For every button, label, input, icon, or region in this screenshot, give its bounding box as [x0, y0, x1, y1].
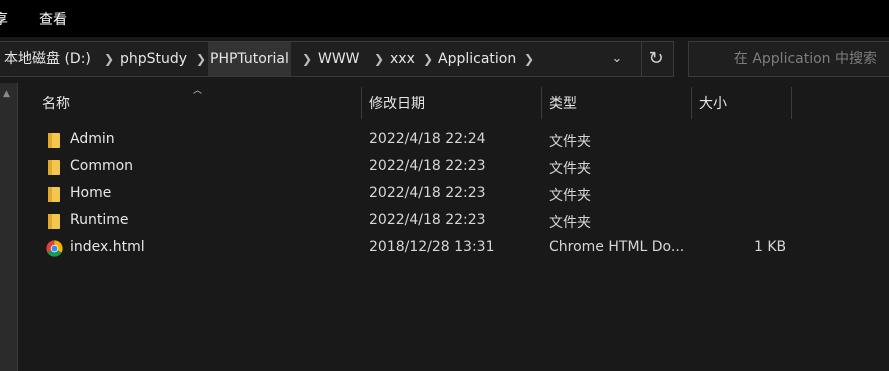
file-type: 文件夹: [549, 161, 591, 177]
file-name[interactable]: Home: [70, 185, 111, 201]
column-divider[interactable]: [791, 87, 792, 119]
file-name[interactable]: Common: [70, 158, 133, 174]
address-row: 本地磁盘 (D:) ❯ phpStudy ❯ PHPTutorial ❯ WWW…: [0, 37, 889, 83]
breadcrumb-phptutorial[interactable]: PHPTutorial: [208, 42, 291, 76]
column-header-name[interactable]: 名称: [42, 93, 70, 113]
breadcrumb-application[interactable]: Application: [438, 42, 516, 76]
breadcrumb-separator-icon[interactable]: ❯: [524, 42, 534, 76]
ribbon-tab-share[interactable]: 享: [0, 9, 8, 29]
folder-icon: [48, 187, 60, 202]
column-divider[interactable]: [361, 87, 362, 119]
file-row[interactable]: Home 2022/4/18 22:23 文件夹: [18, 181, 889, 208]
file-row[interactable]: Common 2022/4/18 22:23 文件夹: [18, 154, 889, 181]
chrome-icon: [46, 240, 63, 257]
folder-icon: [48, 133, 60, 148]
sort-ascending-icon: ︿: [193, 86, 203, 96]
column-divider[interactable]: [541, 87, 542, 119]
file-modified: 2022/4/18 22:23: [369, 185, 486, 201]
column-header-size[interactable]: 大小: [699, 93, 727, 113]
breadcrumb-phpstudy[interactable]: phpStudy: [120, 42, 187, 76]
file-name[interactable]: Admin: [70, 131, 115, 147]
ribbon-tabs: 享 查看: [0, 0, 889, 37]
file-type: Chrome HTML Do...: [549, 239, 685, 255]
file-size: 1 KB: [754, 239, 787, 255]
breadcrumb-separator-icon[interactable]: ❯: [374, 42, 384, 76]
file-modified: 2022/4/18 22:24: [369, 131, 486, 147]
breadcrumb-drive[interactable]: 本地磁盘 (D:): [4, 42, 91, 76]
column-header-row: ︿ 名称 修改日期 类型 大小: [18, 83, 889, 120]
refresh-icon[interactable]: ↻: [641, 42, 670, 76]
column-divider[interactable]: [691, 87, 692, 119]
search-box[interactable]: [688, 41, 889, 77]
address-bar[interactable]: 本地磁盘 (D:) ❯ phpStudy ❯ PHPTutorial ❯ WWW…: [0, 41, 674, 77]
column-header-modified[interactable]: 修改日期: [369, 93, 425, 113]
chevron-down-icon[interactable]: ⌄: [606, 42, 628, 76]
file-modified: 2018/12/28 13:31: [369, 239, 495, 255]
breadcrumb-separator-icon[interactable]: ❯: [196, 42, 206, 76]
breadcrumb-xxx[interactable]: xxx: [390, 42, 415, 76]
ribbon-tab-view[interactable]: 查看: [39, 9, 67, 29]
file-row[interactable]: Runtime 2022/4/18 22:23 文件夹: [18, 208, 889, 235]
breadcrumb-separator-icon[interactable]: ❯: [302, 42, 312, 76]
scroll-up-icon[interactable]: ▲: [3, 89, 10, 99]
file-name[interactable]: index.html: [70, 239, 145, 255]
file-list: ︿ 名称 修改日期 类型 大小 Admin 2022/4/18 22:24 文件…: [18, 83, 889, 371]
breadcrumb-separator-icon[interactable]: ❯: [104, 42, 114, 76]
file-modified: 2022/4/18 22:23: [369, 212, 486, 228]
breadcrumb-www[interactable]: WWW: [318, 42, 360, 76]
file-row[interactable]: Admin 2022/4/18 22:24 文件夹: [18, 127, 889, 154]
file-type: 文件夹: [549, 215, 591, 231]
navigation-pane[interactable]: ▲: [0, 83, 18, 371]
search-input[interactable]: [689, 42, 885, 76]
file-modified: 2022/4/18 22:23: [369, 158, 486, 174]
file-type: 文件夹: [549, 134, 591, 150]
column-header-type[interactable]: 类型: [549, 93, 577, 113]
folder-icon: [48, 160, 60, 175]
breadcrumb-separator-icon[interactable]: ❯: [423, 42, 433, 76]
file-row[interactable]: index.html 2018/12/28 13:31 Chrome HTML …: [18, 235, 889, 262]
folder-icon: [48, 214, 60, 229]
file-name[interactable]: Runtime: [70, 212, 128, 228]
file-type: 文件夹: [549, 188, 591, 204]
